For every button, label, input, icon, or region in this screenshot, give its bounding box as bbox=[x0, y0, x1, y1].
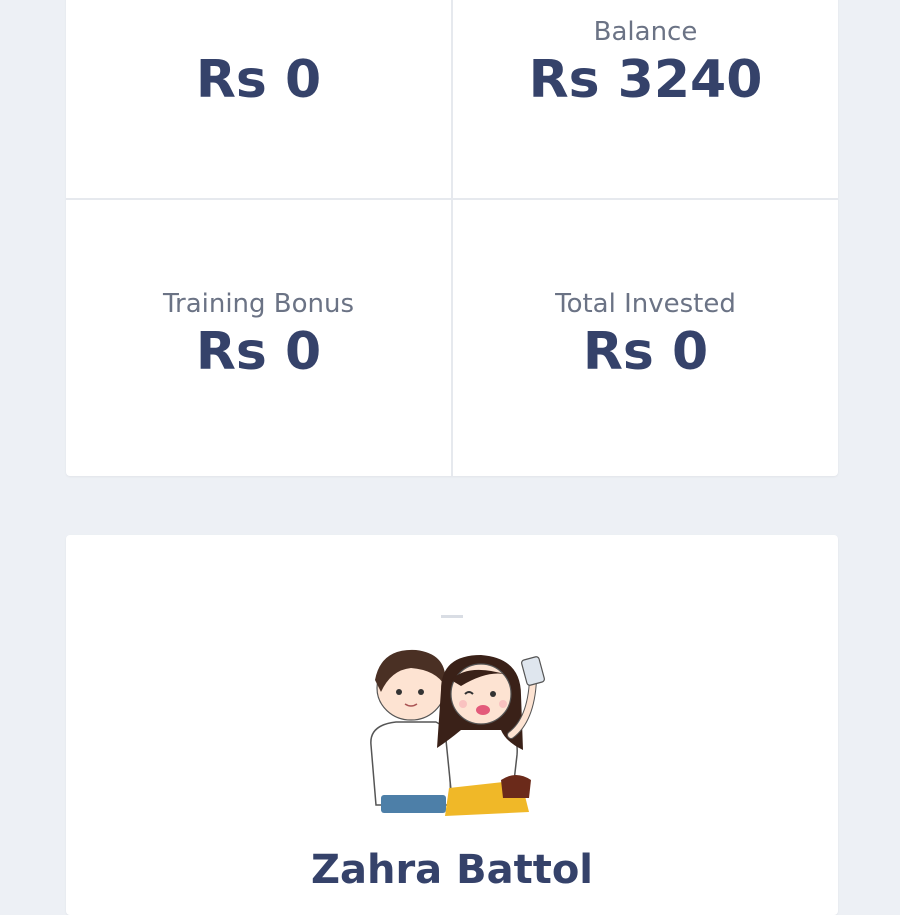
stat-cell-balance: Balance Rs 3240 bbox=[453, 14, 838, 110]
stat-value: Rs 0 bbox=[195, 322, 322, 382]
grid-divider-horizontal bbox=[66, 198, 838, 200]
stat-label: Total Invested bbox=[555, 289, 736, 319]
avatar-divider bbox=[441, 615, 463, 618]
stat-label: Balance bbox=[593, 17, 698, 47]
stat-value: Rs 0 bbox=[195, 50, 322, 110]
stat-cell-total-invested: Total Invested Rs 0 bbox=[453, 286, 838, 382]
stat-cell-top-left: Rs 0 bbox=[66, 14, 451, 110]
stat-label: Training Bonus bbox=[162, 289, 355, 319]
profile-name: Zahra Battol bbox=[310, 847, 594, 893]
stat-cell-training-bonus: Training Bonus Rs 0 bbox=[66, 286, 451, 382]
stats-card: Rs 0 Balance Rs 3240 Training Bonus Rs 0… bbox=[66, 0, 838, 476]
stat-value: Rs 3240 bbox=[528, 50, 763, 110]
stat-value: Rs 0 bbox=[582, 322, 709, 382]
couple-selfie-avatar-icon bbox=[370, 649, 545, 816]
stat-label bbox=[66, 14, 451, 50]
profile-card: Zahra Battol bbox=[66, 535, 838, 915]
